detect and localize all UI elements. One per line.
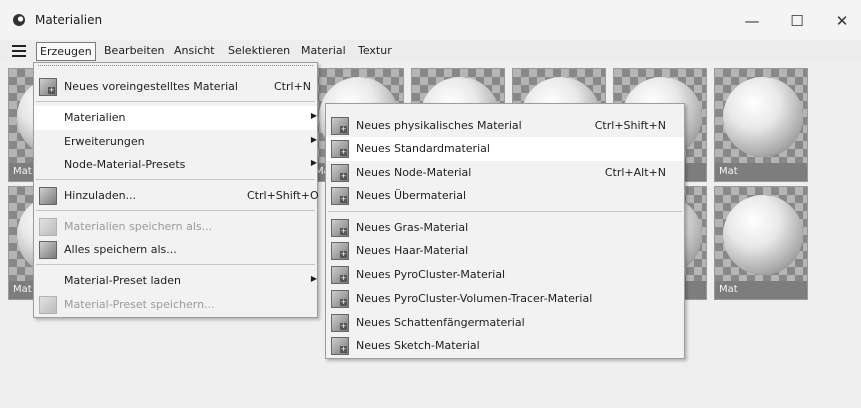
materialien-submenu: + Neues physikalisches Material Ctrl+Shi… <box>325 103 685 359</box>
hamburger-menu-icon[interactable] <box>12 45 26 57</box>
menu-item-label: Materialien <box>64 111 126 124</box>
menu-item-label: Neues Sketch-Material <box>356 339 480 352</box>
menu-item-label: Hinzuladen... <box>64 189 137 202</box>
menu-item-label: Alles speichern als... <box>64 243 177 256</box>
tear-off-handle[interactable] <box>38 65 313 68</box>
grass-material-icon: + <box>331 219 349 237</box>
menu-material[interactable]: Material <box>298 43 349 59</box>
submenu-arrow-icon: ▶ <box>310 158 317 167</box>
menu-item-label: Materialien speichern als... <box>64 220 213 233</box>
material-name: Mat <box>715 163 807 181</box>
menu-item-erweiterungen[interactable]: Erweiterungen ▶ <box>34 130 317 154</box>
shortcut-label: Ctrl+N <box>274 80 312 93</box>
menu-item-save-material-preset: Material-Preset speichern... <box>34 293 317 317</box>
submenu-item-sketch-material[interactable]: + Neues Sketch-Material <box>326 334 684 358</box>
material-preset-icon: + <box>39 78 57 96</box>
menu-item-label: Neues Haar-Material <box>356 244 469 257</box>
menu-ansicht[interactable]: Ansicht <box>171 43 218 59</box>
shortcut-label: Ctrl+Shift+N <box>594 119 666 132</box>
menu-separator <box>36 179 315 180</box>
save-all-icon <box>39 241 57 259</box>
node-material-icon: + <box>331 164 349 182</box>
menu-item-label: Material-Preset speichern... <box>64 298 215 311</box>
menu-item-node-material-presets[interactable]: Node-Material-Presets ▶ <box>34 153 317 177</box>
shortcut-label: Ctrl+Alt+N <box>604 166 666 179</box>
menu-item-label: Neues Standardmaterial <box>356 142 490 155</box>
menu-item-label: Neues Gras-Material <box>356 221 469 234</box>
hair-material-icon: + <box>331 242 349 260</box>
menu-item-label: Erweiterungen <box>64 135 145 148</box>
erzeugen-menu: + Neues voreingestelltes Material Ctrl+N… <box>33 62 319 318</box>
menu-item-label: Neues Schattenfängermaterial <box>356 316 525 329</box>
close-button[interactable]: ✕ <box>820 6 861 36</box>
minimize-button[interactable]: — <box>730 6 774 36</box>
shortcut-label: Ctrl+Shift+O <box>247 189 319 202</box>
submenu-item-pyrocluster-volume-tracer[interactable]: + Neues PyroCluster-Volumen-Tracer-Mater… <box>326 287 684 311</box>
material-tile[interactable]: Mat <box>714 68 808 182</box>
menu-erzeugen[interactable]: Erzeugen <box>36 42 96 61</box>
submenu-item-hair-material[interactable]: + Neues Haar-Material <box>326 239 684 263</box>
menu-item-label: Neues Übermaterial <box>356 189 467 202</box>
save-preset-icon <box>39 296 57 314</box>
submenu-arrow-icon: ▶ <box>310 274 317 283</box>
menu-item-load-material-preset[interactable]: Material-Preset laden ▶ <box>34 269 317 293</box>
menu-selektieren[interactable]: Selektieren <box>225 43 293 59</box>
window-title: Materialien <box>35 13 103 27</box>
menu-item-label: Neues PyroCluster-Volumen-Tracer-Materia… <box>356 292 593 305</box>
pyrocluster-volume-tracer-icon: + <box>331 290 349 308</box>
menu-textur[interactable]: Textur <box>355 43 395 59</box>
standard-material-icon: + <box>331 140 349 158</box>
material-manager-icon <box>13 14 25 26</box>
material-preview-sphere <box>723 77 803 157</box>
menu-separator <box>36 101 315 102</box>
sketch-material-icon: + <box>331 337 349 355</box>
menu-item-label: Material-Preset laden <box>64 274 181 287</box>
submenu-item-physical-material[interactable]: + Neues physikalisches Material Ctrl+Shi… <box>326 114 684 138</box>
menu-item-new-default-material[interactable]: + Neues voreingestelltes Material Ctrl+N <box>34 75 317 99</box>
physical-material-icon: + <box>331 117 349 135</box>
submenu-item-pyrocluster-material[interactable]: + Neues PyroCluster-Material <box>326 263 684 287</box>
submenu-item-shadow-catcher[interactable]: + Neues Schattenfängermaterial <box>326 311 684 335</box>
submenu-item-node-material[interactable]: + Neues Node-Material Ctrl+Alt+N <box>326 161 684 185</box>
menu-separator <box>36 210 315 211</box>
menu-item-label: Neues physikalisches Material <box>356 119 522 132</box>
menu-item-materialien[interactable]: Materialien ▶ <box>34 106 317 130</box>
load-icon <box>39 187 57 205</box>
material-tile[interactable]: Mat <box>714 186 808 300</box>
save-materials-icon <box>39 218 57 236</box>
shadow-catcher-icon: + <box>331 314 349 332</box>
title-bar: Materialien — ☐ ✕ <box>0 0 861 40</box>
menu-item-hinzuladen[interactable]: Hinzuladen... Ctrl+Shift+O <box>34 184 319 208</box>
menu-item-save-materials-as: Materialien speichern als... <box>34 215 317 239</box>
menu-separator <box>328 211 682 212</box>
submenu-item-standard-material[interactable]: + Neues Standardmaterial <box>326 137 684 161</box>
uber-material-icon: + <box>331 187 349 205</box>
menu-item-label: Neues Node-Material <box>356 166 472 179</box>
submenu-item-grass-material[interactable]: + Neues Gras-Material <box>326 216 684 240</box>
submenu-arrow-icon: ▶ <box>310 135 317 144</box>
menu-item-label: Neues PyroCluster-Material <box>356 268 506 281</box>
menu-item-label: Neues voreingestelltes Material <box>64 80 238 93</box>
menu-item-label: Node-Material-Presets <box>64 158 186 171</box>
submenu-arrow-icon: ▶ <box>310 111 317 120</box>
menu-separator <box>36 264 315 265</box>
material-name: Mat <box>715 281 807 299</box>
maximize-button[interactable]: ☐ <box>775 6 819 36</box>
menu-bar: Erzeugen Bearbeiten Ansicht Selektieren … <box>0 40 861 62</box>
menu-item-save-all-as[interactable]: Alles speichern als... <box>34 238 317 262</box>
menu-bearbeiten[interactable]: Bearbeiten <box>101 43 167 59</box>
submenu-item-uber-material[interactable]: + Neues Übermaterial <box>326 184 684 208</box>
pyrocluster-material-icon: + <box>331 266 349 284</box>
material-preview-sphere <box>723 195 803 275</box>
